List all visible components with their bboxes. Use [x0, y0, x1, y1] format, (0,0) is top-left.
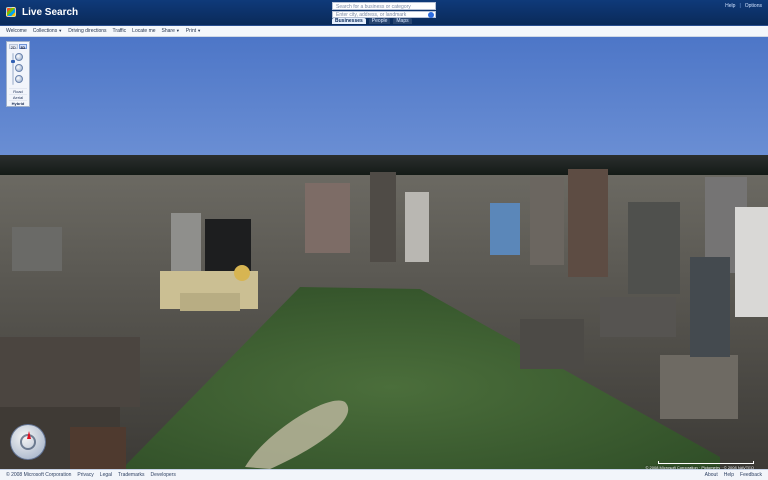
address-input[interactable]: Enter city, address, or landmark	[332, 11, 436, 18]
dimension-toggle: 2D 3D	[9, 44, 27, 50]
footer-legal-link[interactable]: Legal	[100, 472, 112, 478]
tab-people[interactable]: People	[368, 18, 391, 24]
compass-needle	[27, 431, 31, 439]
top-header: Live Search Search for a business or cat…	[0, 0, 768, 25]
windows-logo-icon	[6, 7, 16, 17]
building	[305, 183, 350, 253]
building	[530, 177, 564, 265]
building	[70, 427, 126, 469]
building	[0, 337, 140, 407]
menu-print-label: Print	[185, 28, 197, 34]
menu-welcome[interactable]: Welcome	[6, 28, 27, 34]
building	[628, 202, 680, 294]
building	[690, 257, 730, 357]
building	[568, 169, 608, 277]
footer-trademarks-link[interactable]: Trademarks	[118, 472, 145, 478]
tilt-icon[interactable]	[15, 64, 23, 72]
footer: © 2008 Microsoft Corporation Privacy Leg…	[0, 469, 768, 480]
menu-collections-label: Collections	[32, 28, 58, 34]
mode-3d-button[interactable]: 3D	[18, 44, 27, 50]
menu-collections[interactable]: Collections▼	[33, 28, 62, 34]
building	[600, 297, 676, 337]
chevron-down-icon: ▼	[175, 28, 180, 33]
state-house-wing	[180, 293, 240, 311]
zoom-slider-thumb[interactable]	[11, 60, 15, 63]
building	[735, 207, 768, 317]
menu-driving-directions[interactable]: Driving directions	[68, 28, 106, 34]
menu-print[interactable]: Print▼	[186, 28, 201, 34]
map-app-window: Live Search Search for a business or cat…	[0, 0, 768, 480]
state-house	[160, 265, 258, 311]
menu-share-label: Share	[161, 28, 175, 34]
link-separator: |	[739, 3, 741, 9]
building	[660, 355, 738, 419]
navigation-icon[interactable]	[15, 53, 23, 61]
footer-copyright: © 2008 Microsoft Corporation	[6, 472, 72, 478]
footer-developers-link[interactable]: Developers	[151, 472, 176, 478]
building	[520, 319, 584, 369]
footer-right-links: About Help Feedback	[705, 472, 762, 478]
search-icon[interactable]	[428, 12, 434, 18]
mode-2d-button[interactable]: 2D	[9, 44, 18, 50]
chevron-down-icon: ▼	[58, 28, 63, 33]
menu-traffic[interactable]: Traffic	[113, 28, 127, 34]
building	[405, 192, 429, 262]
header-links: Help | Options	[725, 3, 762, 9]
footer-help-link[interactable]: Help	[724, 472, 734, 478]
building	[490, 203, 520, 255]
map-3d-scene[interactable]	[0, 37, 768, 469]
search-input[interactable]: Search for a business or category	[332, 2, 436, 10]
footer-privacy-link[interactable]: Privacy	[77, 472, 93, 478]
map-scale-bar	[658, 461, 754, 464]
menu-share[interactable]: Share▼	[162, 28, 180, 34]
options-link[interactable]: Options	[745, 3, 762, 9]
building	[370, 172, 396, 262]
map-controls: 2D 3D Road Aerial Hybrid	[6, 41, 30, 107]
footer-left-links: © 2008 Microsoft Corporation Privacy Leg…	[6, 472, 176, 478]
map-style-hybrid[interactable]: Hybrid	[9, 100, 27, 106]
menu-locate-me[interactable]: Locate me	[132, 28, 155, 34]
footer-about-link[interactable]: About	[705, 472, 718, 478]
compass-icon[interactable]	[10, 424, 46, 460]
menubar: Welcome Collections▼ Driving directions …	[0, 25, 768, 37]
chevron-down-icon: ▼	[197, 28, 202, 33]
brand-title: Live Search	[22, 6, 79, 18]
rotate-icon[interactable]	[15, 75, 23, 83]
gold-dome	[234, 265, 250, 281]
help-link[interactable]: Help	[725, 3, 735, 9]
search-tabs: Businesses People Maps	[332, 18, 412, 24]
zoom-slider-track[interactable]	[12, 53, 14, 85]
brand[interactable]: Live Search	[6, 3, 78, 21]
tab-maps[interactable]: Maps	[393, 18, 412, 24]
map-view[interactable]	[0, 37, 768, 469]
tab-businesses[interactable]: Businesses	[332, 18, 366, 24]
sky	[0, 37, 768, 159]
footer-feedback-link[interactable]: Feedback	[740, 472, 762, 478]
building	[12, 227, 62, 271]
